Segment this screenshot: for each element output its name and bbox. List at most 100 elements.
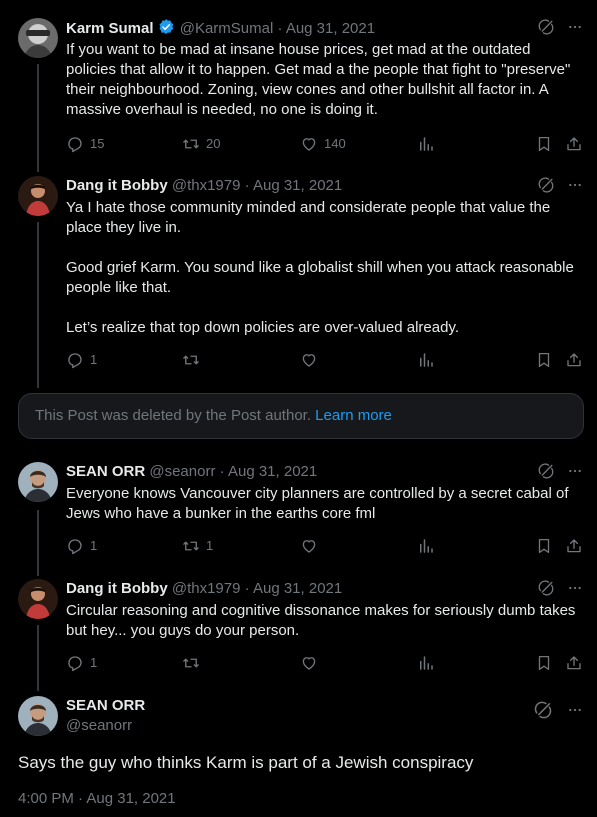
reply-icon (66, 135, 84, 153)
main-post-text: Says the guy who thinks Karm is part of … (18, 753, 474, 772)
post-text: If you want to be mad at insane house pr… (66, 41, 575, 118)
like-icon (300, 537, 318, 555)
avatar[interactable] (18, 579, 58, 619)
repost-icon (182, 537, 200, 555)
post-date[interactable]: Aug 31, 2021 (228, 463, 317, 480)
reply-button[interactable]: 1 (66, 536, 97, 556)
more-icon[interactable] (567, 177, 583, 193)
bookmark-icon (535, 654, 553, 672)
like-icon (300, 135, 318, 153)
share-button[interactable] (565, 350, 589, 370)
display-name[interactable]: Dang it Bobby (66, 177, 168, 194)
display-name[interactable]: SEAN ORR (66, 463, 145, 480)
deleted-post-notice: This Post was deleted by the Post author… (18, 393, 584, 439)
post-date[interactable]: Aug 31, 2021 (253, 177, 342, 194)
handle[interactable]: @thx1979 (172, 580, 241, 597)
like-button[interactable] (300, 536, 324, 556)
post-header: Dang it Bobby @thx1979 · Aug 31, 2021 (66, 579, 583, 599)
separator: · (244, 580, 250, 597)
repost-icon (182, 135, 200, 153)
reply-button[interactable]: 1 (66, 653, 97, 673)
reply-button[interactable]: 15 (66, 134, 104, 154)
repost-button[interactable]: 20 (182, 134, 220, 154)
action-bar: 1 (0, 350, 597, 370)
grok-icon[interactable] (533, 700, 553, 720)
separator: · (244, 177, 250, 194)
avatar[interactable] (18, 18, 58, 58)
handle[interactable]: @seanorr (149, 463, 215, 480)
verified-icon (157, 18, 175, 42)
display-name[interactable]: Dang it Bobby (66, 580, 168, 597)
repost-icon (182, 351, 200, 369)
repost-button[interactable] (182, 653, 206, 673)
post-text: Ya I hate those community minded and con… (66, 199, 574, 336)
grok-icon[interactable] (537, 18, 555, 36)
bookmark-button[interactable] (535, 350, 559, 370)
views-button[interactable] (417, 536, 441, 556)
grok-icon[interactable] (537, 579, 555, 597)
action-bar: 1 (0, 653, 597, 673)
main-post-avatar[interactable] (18, 696, 58, 736)
bookmark-button[interactable] (535, 536, 559, 556)
post-text: Circular reasoning and cognitive dissona… (66, 602, 580, 639)
post-header: Karm Sumal @KarmSumal · Aug 31, 2021 (66, 18, 583, 38)
grok-icon[interactable] (537, 462, 555, 480)
like-count: 140 (324, 136, 346, 151)
more-icon[interactable] (567, 702, 583, 718)
tweet[interactable]: Dang it Bobby @thx1979 · Aug 31, 2021 Ci… (0, 579, 597, 679)
like-icon (300, 351, 318, 369)
views-button[interactable] (417, 350, 441, 370)
repost-button[interactable] (182, 350, 206, 370)
tweet[interactable]: SEAN ORR @seanorr · Aug 31, 2021 Everyon… (0, 462, 597, 562)
display-name[interactable]: Karm Sumal (66, 20, 154, 37)
views-icon (417, 351, 435, 369)
more-icon[interactable] (567, 463, 583, 479)
bookmark-button[interactable] (535, 134, 559, 154)
more-icon[interactable] (567, 580, 583, 596)
reply-icon (66, 537, 84, 555)
reply-count: 15 (90, 136, 105, 151)
share-button[interactable] (565, 653, 589, 673)
reply-icon (66, 654, 84, 672)
reply-count: 1 (90, 538, 98, 553)
more-icon[interactable] (567, 19, 583, 35)
like-button[interactable] (300, 350, 324, 370)
post-text: Everyone knows Vancouver city planners a… (66, 485, 573, 522)
learn-more-link[interactable]: Learn more (315, 407, 392, 424)
reply-count: 1 (90, 655, 98, 670)
avatar[interactable] (18, 176, 58, 216)
avatar[interactable] (18, 462, 58, 502)
handle[interactable]: @KarmSumal (180, 20, 274, 37)
grok-icon[interactable] (537, 176, 555, 194)
tweet[interactable]: Karm Sumal @KarmSumal · Aug 31, 2021 If … (0, 18, 597, 158)
reply-button[interactable]: 1 (66, 350, 97, 370)
like-icon (300, 654, 318, 672)
main-post-timestamp[interactable]: 4:00 PM · Aug 31, 2021 (18, 790, 176, 807)
post-date[interactable]: Aug 31, 2021 (253, 580, 342, 597)
main-post-handle[interactable]: @seanorr (66, 717, 132, 734)
repost-button[interactable]: 1 (182, 536, 213, 556)
share-button[interactable] (565, 134, 589, 154)
deleted-notice-text: This Post was deleted by the Post author… (35, 407, 311, 424)
share-icon (565, 537, 583, 555)
post-date[interactable]: Aug 31, 2021 (286, 20, 375, 37)
like-button[interactable]: 140 (300, 134, 346, 154)
post-header: SEAN ORR @seanorr · Aug 31, 2021 (66, 462, 583, 482)
separator: · (277, 20, 283, 37)
action-bar: 1 1 (0, 536, 597, 556)
repost-icon (182, 654, 200, 672)
bookmark-icon (535, 135, 553, 153)
views-button[interactable] (417, 653, 441, 673)
reply-icon (66, 351, 84, 369)
bookmark-icon (535, 537, 553, 555)
separator: · (219, 463, 225, 480)
post-header: Dang it Bobby @thx1979 · Aug 31, 2021 (66, 176, 583, 196)
share-button[interactable] (565, 536, 589, 556)
action-bar: 15 20 140 (0, 134, 597, 154)
like-button[interactable] (300, 653, 324, 673)
views-button[interactable] (417, 134, 441, 154)
main-post-display-name[interactable]: SEAN ORR (66, 697, 145, 714)
tweet[interactable]: Dang it Bobby @thx1979 · Aug 31, 2021 Ya… (0, 176, 597, 376)
bookmark-button[interactable] (535, 653, 559, 673)
handle[interactable]: @thx1979 (172, 177, 241, 194)
